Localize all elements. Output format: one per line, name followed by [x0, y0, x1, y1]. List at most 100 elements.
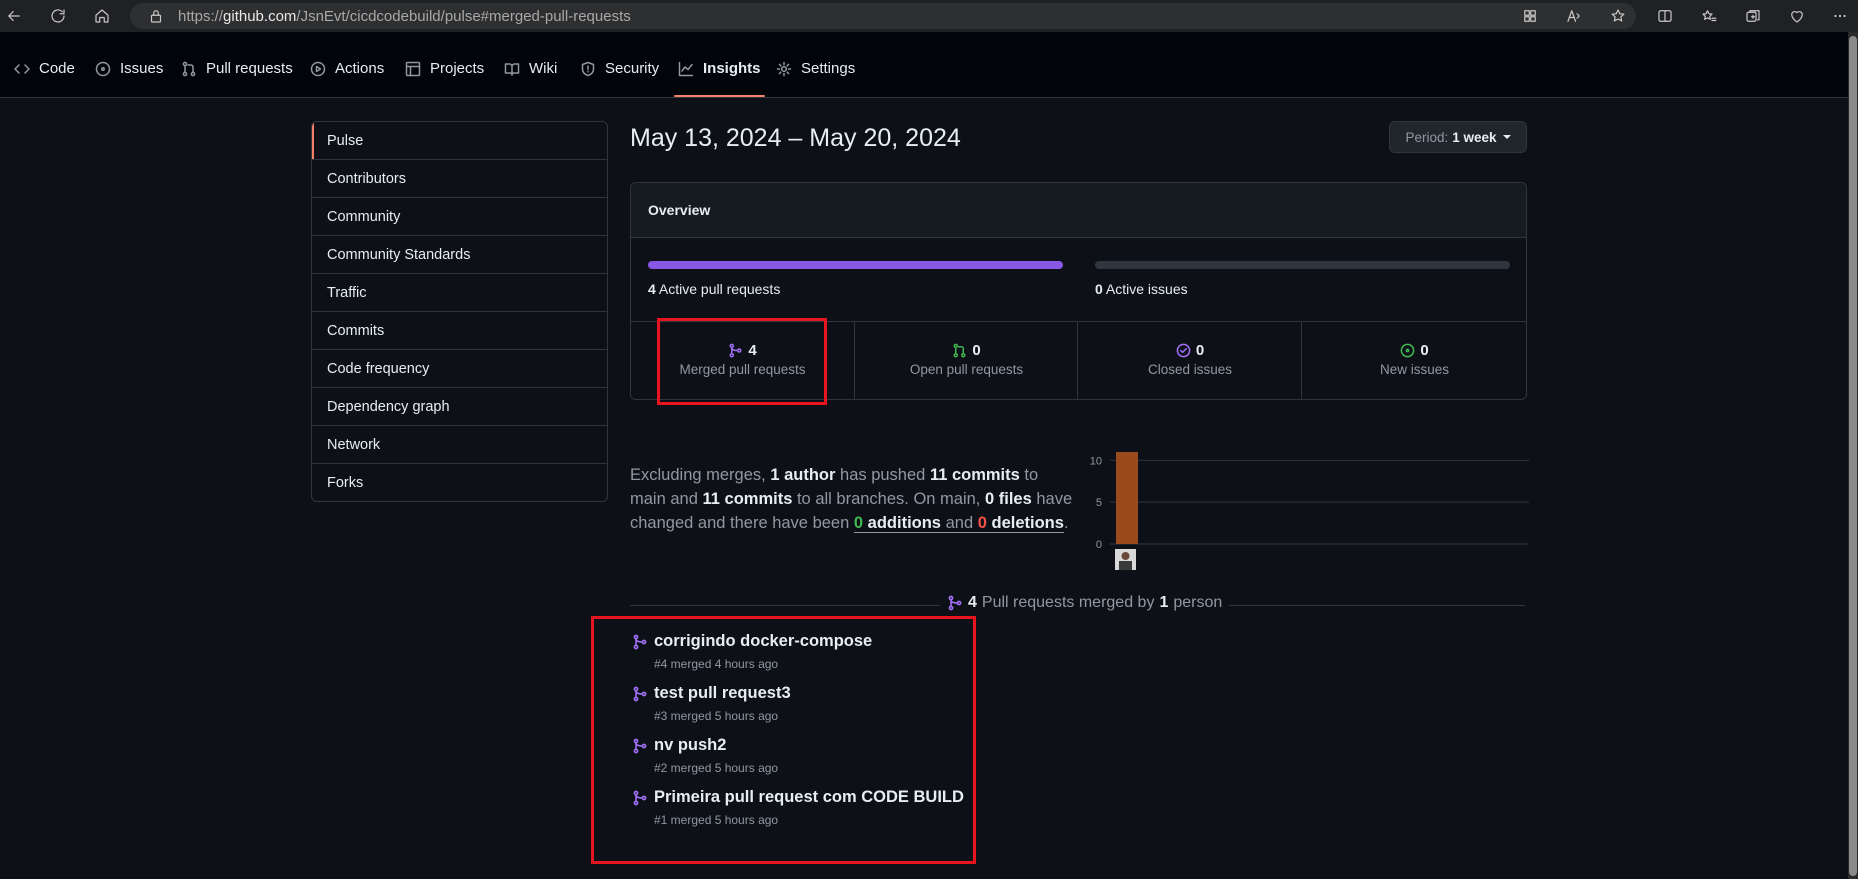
commits-main-count: 11 commits: [929, 466, 1020, 484]
pr-title[interactable]: Primeira pull request com CODE BUILD: [654, 788, 964, 807]
play-icon: [310, 61, 326, 76]
more-options-icon[interactable]: [1828, 4, 1852, 28]
sidebar-item-forks[interactable]: Forks: [312, 463, 607, 501]
stat-count: 0: [1195, 342, 1205, 359]
merged-people-count: 1: [1159, 594, 1169, 611]
merged-text: Pull requests merged by: [981, 594, 1155, 611]
active-issues-link[interactable]: 0 Active issues: [1095, 281, 1188, 297]
table-icon: [405, 61, 421, 76]
sidebar-item-commits[interactable]: Commits: [312, 311, 607, 349]
chart-bar[interactable]: [1116, 452, 1138, 544]
overview-title: Overview: [648, 202, 711, 218]
read-aloud-icon[interactable]: [1562, 4, 1586, 28]
pr-title[interactable]: corrigindo docker-compose: [654, 632, 872, 651]
git-merge-icon: [633, 634, 647, 650]
overview-box: Overview 4 Active pull requests 0 Active…: [630, 182, 1527, 400]
app-icon[interactable]: [1518, 4, 1542, 28]
deletions-word: deletions: [991, 514, 1064, 532]
pr-title[interactable]: nv push2: [654, 736, 726, 755]
active-prs-bar[interactable]: [648, 261, 1063, 269]
tab-label: Security: [605, 60, 660, 77]
stat-label: Merged pull requests: [679, 362, 806, 377]
book-icon: [504, 62, 520, 76]
scrollbar-thumb[interactable]: [1849, 36, 1857, 876]
active-prs-link[interactable]: 4 Active pull requests: [648, 281, 780, 297]
stat-count: 0: [1420, 342, 1429, 359]
merged-prs-heading: 4 Pull requests merged by 1 person: [630, 594, 1525, 614]
author-avatar[interactable]: [1115, 549, 1136, 570]
merged-prs-summary: 4 Pull requests merged by 1 person: [940, 594, 1230, 612]
favorite-star-icon[interactable]: [1606, 4, 1630, 28]
sidebar-item-pulse[interactable]: Pulse: [312, 122, 607, 159]
home-icon[interactable]: [90, 4, 114, 28]
browser-essentials-icon[interactable]: [1785, 4, 1809, 28]
period-value: 1 week: [1452, 129, 1497, 145]
sidebar-item-code-frequency[interactable]: Code frequency: [312, 349, 607, 387]
stat-count: 0: [972, 342, 981, 359]
pr-title[interactable]: test pull request3: [654, 684, 791, 703]
address-bar[interactable]: https://github.com/JsnEvt/cicdcodebuild/…: [130, 3, 1636, 29]
git-merge-icon: [633, 738, 647, 754]
sidebar-item-community[interactable]: Community: [312, 197, 607, 235]
stat-count: 4: [748, 342, 757, 359]
stat-merged-prs[interactable]: 4 Merged pull requests: [631, 322, 854, 399]
period-label: Period:: [1405, 129, 1449, 145]
shield-icon: [581, 61, 595, 76]
pr-meta: #4 merged 4 hours ago: [654, 657, 779, 671]
split-screen-icon[interactable]: [1653, 4, 1677, 28]
issue-icon: [95, 61, 111, 76]
back-icon[interactable]: [2, 4, 26, 28]
refresh-icon[interactable]: [46, 4, 70, 28]
merged-pr-item[interactable]: corrigindo docker-compose #4 merged 4 ho…: [630, 632, 1230, 680]
code-icon: [14, 63, 30, 74]
tab-wiki[interactable]: Wiki: [504, 40, 557, 97]
sidebar-item-network[interactable]: Network: [312, 425, 607, 463]
stat-new-issues[interactable]: 0 New issues: [1301, 322, 1527, 399]
tab-issues[interactable]: Issues: [95, 40, 163, 97]
additions-link[interactable]: 0 additions and 0 deletions: [853, 514, 1064, 533]
commit-summary: Excluding merges, 1 author has pushed 11…: [630, 463, 1076, 535]
git-merge-icon: [948, 595, 962, 611]
tab-code[interactable]: Code: [14, 40, 75, 97]
tab-security[interactable]: Security: [580, 40, 659, 97]
sidebar-item-traffic[interactable]: Traffic: [312, 273, 607, 311]
avatar-body: [1119, 561, 1132, 570]
active-issues-bar[interactable]: [1095, 261, 1510, 269]
url-text[interactable]: https://github.com/JsnEvt/cicdcodebuild/…: [178, 8, 631, 25]
stat-label: Open pull requests: [909, 362, 1024, 377]
tab-settings[interactable]: Settings: [776, 40, 855, 97]
deletions-count: 0: [977, 514, 987, 532]
tab-label: Settings: [801, 60, 856, 77]
tab-label: Code: [39, 60, 75, 77]
merged-pr-item[interactable]: nv push2 #2 merged 5 hours ago: [630, 736, 1230, 784]
git-merge-icon: [633, 686, 647, 702]
stat-closed-issues[interactable]: 0 Closed issues: [1077, 322, 1302, 399]
tab-insights[interactable]: Insights: [674, 40, 765, 97]
url-path: /JsnEvt/cicdcodebuild/pulse#merged-pull-…: [296, 8, 631, 25]
repo-nav: Code Issues Pull requests Actions Projec…: [0, 40, 1848, 98]
sidebar-item-contributors[interactable]: Contributors: [312, 159, 607, 197]
favorites-icon[interactable]: [1697, 4, 1721, 28]
chart-y-tick-label: 10: [1090, 455, 1102, 467]
sidebar-item-dependency-graph[interactable]: Dependency graph: [312, 387, 607, 425]
merged-pr-item[interactable]: Primeira pull request com CODE BUILD #1 …: [630, 788, 1230, 836]
merged-pr-item[interactable]: test pull request3 #3 merged 5 hours ago: [630, 684, 1230, 732]
active-prs-bar-fill: [648, 261, 1063, 269]
tab-actions[interactable]: Actions: [310, 40, 384, 97]
url-prefix: https://: [178, 8, 224, 25]
lock-icon[interactable]: [144, 4, 168, 28]
repo-header-remnant: [0, 32, 1848, 40]
tab-projects[interactable]: Projects: [405, 40, 484, 97]
period-dropdown[interactable]: Period: 1 week: [1389, 121, 1527, 153]
pr-meta: #1 merged 5 hours ago: [654, 813, 779, 827]
tab-pull-requests[interactable]: Pull requests: [181, 40, 293, 97]
author-count: 1 author: [770, 466, 836, 484]
caret-down-icon: [1502, 135, 1511, 139]
collections-icon[interactable]: [1741, 4, 1765, 28]
tab-label: Projects: [430, 60, 485, 77]
stat-open-prs[interactable]: 0 Open pull requests: [854, 322, 1078, 399]
tab-label: Pull requests: [206, 60, 293, 77]
sidebar-item-community-standards[interactable]: Community Standards: [312, 235, 607, 273]
summary-text: .: [1063, 514, 1069, 532]
chart-y-tick-label: 0: [1096, 539, 1102, 551]
